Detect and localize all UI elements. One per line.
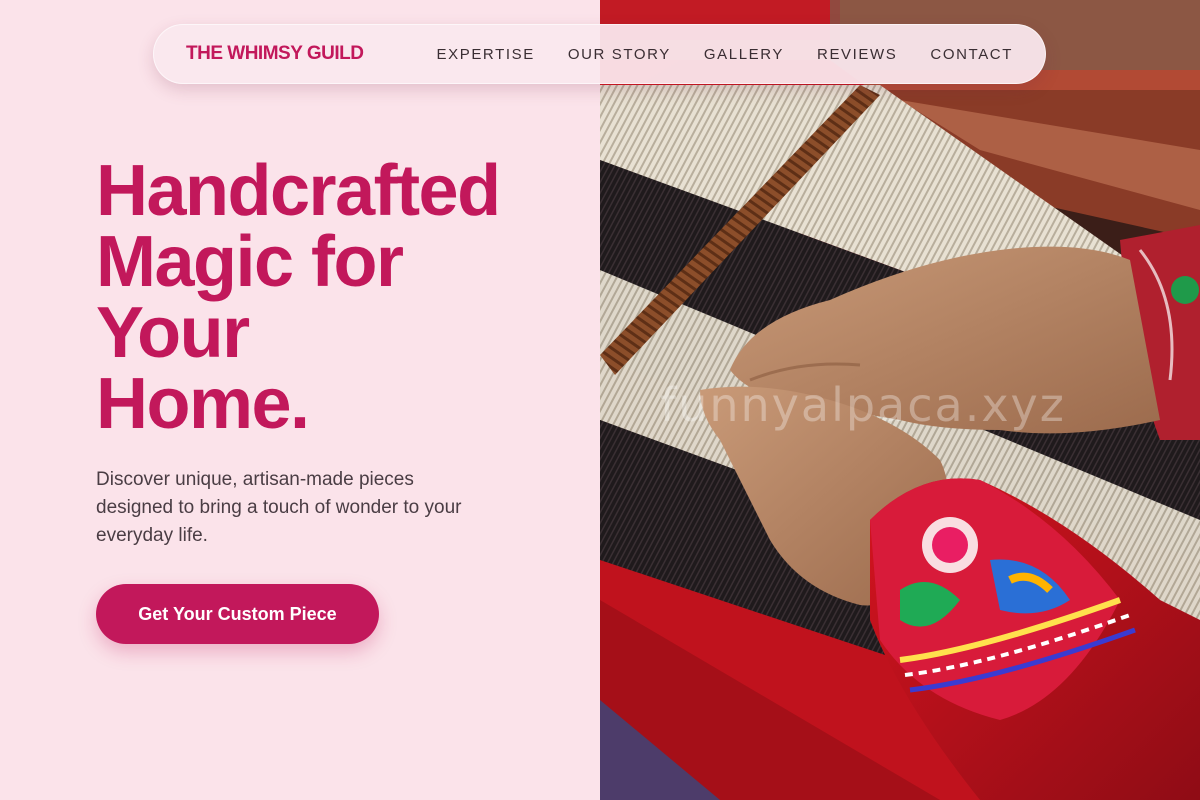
hero-subtitle: Discover unique, artisan-made pieces des…	[96, 469, 462, 546]
brand-logo-link[interactable]: THE WHIMSY GUILD	[186, 43, 364, 65]
hero-title-line: Your	[96, 293, 250, 373]
nav-link-contact[interactable]: CONTACT	[930, 46, 1013, 63]
nav-links: EXPERTISE OUR STORY GALLERY REVIEWS CONT…	[437, 46, 1013, 63]
page: funnyalpaca.xyz THE WHIMSY GUILD EXPERTI…	[0, 0, 1200, 800]
hero-content: Handcrafted Magic for Your Home. Discove…	[96, 151, 576, 550]
image-watermark: funnyalpaca.xyz	[660, 378, 1066, 432]
hero-title-line: Handcrafted	[96, 151, 501, 231]
nav-link-reviews[interactable]: REVIEWS	[817, 46, 897, 63]
hero-title-line: Magic for	[96, 222, 404, 302]
get-custom-piece-button[interactable]: Get Your Custom Piece	[96, 584, 379, 644]
hero-title-line: Home.	[96, 364, 310, 444]
hero-image-weaving: funnyalpaca.xyz	[600, 0, 1200, 800]
nav-link-our-story[interactable]: OUR STORY	[568, 46, 671, 63]
hero-title: Handcrafted Magic for Your Home.	[96, 151, 576, 444]
nav-link-expertise[interactable]: EXPERTISE	[437, 46, 535, 63]
nav-link-gallery[interactable]: GALLERY	[704, 46, 784, 63]
top-navbar: THE WHIMSY GUILD EXPERTISE OUR STORY GAL…	[153, 24, 1046, 84]
